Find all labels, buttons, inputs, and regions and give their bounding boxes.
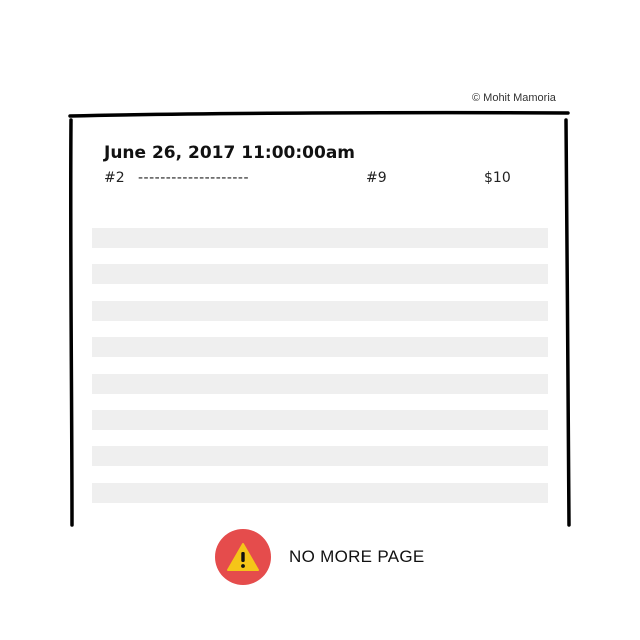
placeholder-list: [92, 228, 548, 519]
transfer-arrow-dashes: --------------------: [138, 170, 250, 186]
placeholder-row: [92, 373, 548, 394]
placeholder-row: [92, 482, 548, 503]
warning-icon: [215, 529, 271, 585]
alert-message: NO MORE PAGE: [289, 547, 425, 566]
placeholder-row: [92, 264, 548, 285]
placeholder-row: [92, 337, 548, 358]
transfer-row: #2 -------------------- #9 $10: [104, 170, 524, 190]
placeholder-row: [92, 446, 548, 467]
record-timestamp: June 26, 2017 11:00:00am: [104, 143, 355, 163]
placeholder-row: [92, 300, 548, 321]
from-id: #2: [104, 170, 125, 186]
no-more-page-alert: NO MORE PAGE: [215, 529, 425, 585]
placeholder-row: [92, 228, 548, 248]
amount: $10: [484, 170, 511, 186]
to-id: #9: [366, 170, 387, 186]
placeholder-row: [92, 409, 548, 430]
